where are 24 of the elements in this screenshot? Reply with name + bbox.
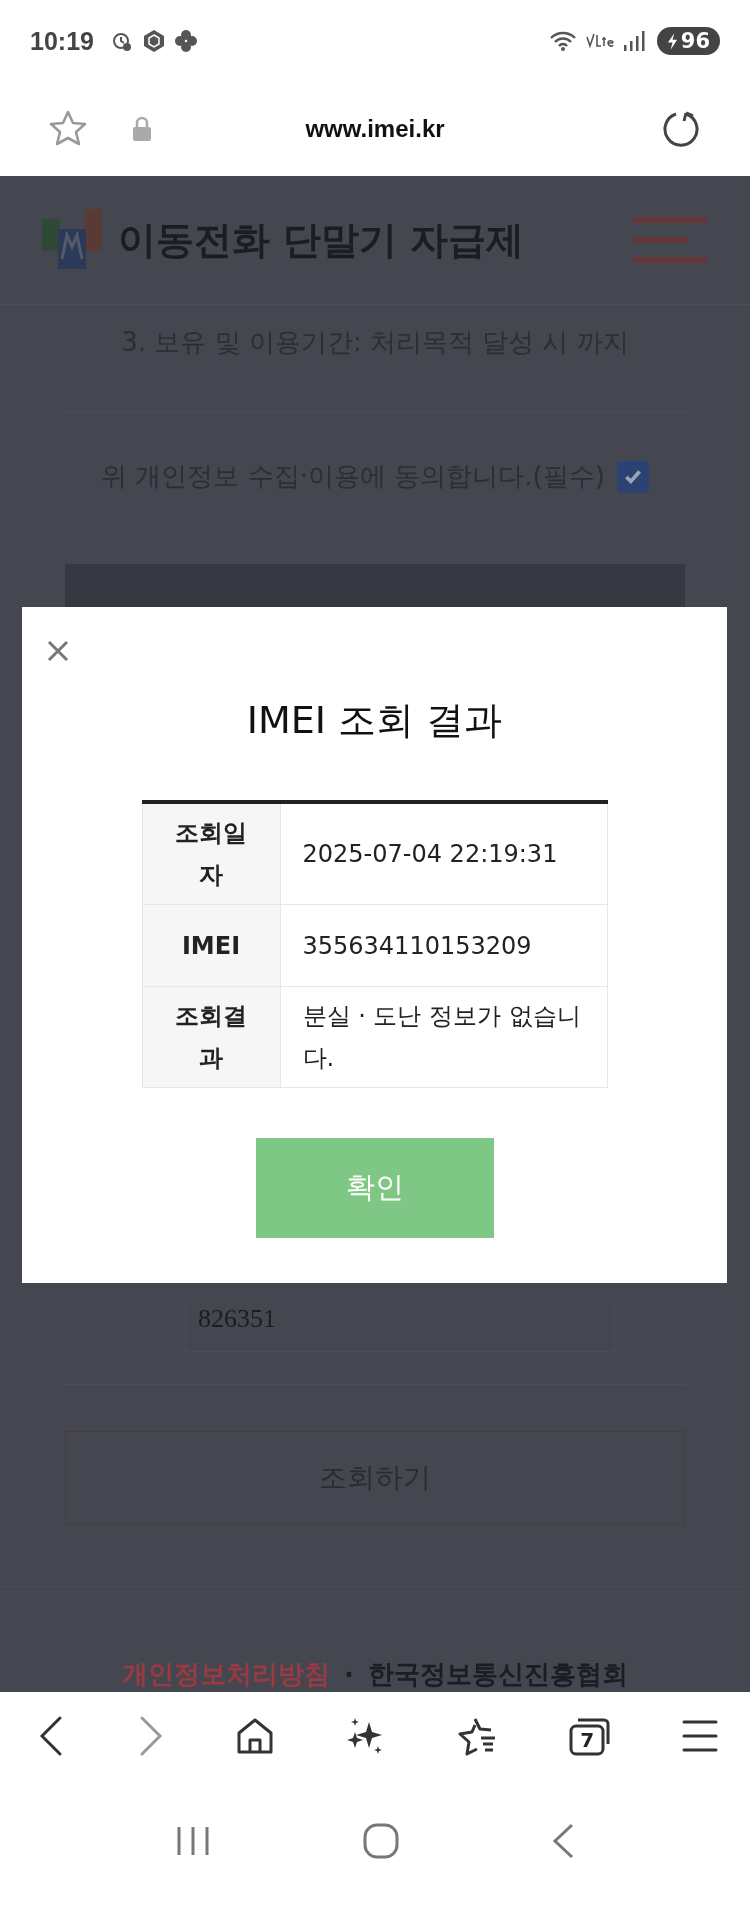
table-cell: 분실 · 도난 정보가 없습니다.: [280, 986, 607, 1088]
privacy-policy-link[interactable]: 개인정보처리방침: [122, 1657, 331, 1692]
close-icon[interactable]: [46, 639, 70, 663]
separator-dot: ·: [344, 1659, 354, 1690]
table-header-cell: 조회일자: [142, 802, 280, 905]
lock-icon: [132, 116, 152, 142]
wifi-icon: [548, 30, 577, 52]
home-icon[interactable]: [235, 1716, 276, 1756]
menu-icon[interactable]: [681, 1718, 718, 1754]
table-header-cell: IMEI: [142, 904, 280, 987]
url-text[interactable]: www.imei.kr: [0, 115, 750, 143]
table-header-cell: 조회결과: [142, 986, 280, 1088]
logo-icon: [42, 209, 104, 271]
cube-icon: [141, 29, 166, 53]
flower-icon: [173, 29, 198, 53]
home-button-icon[interactable]: [362, 1822, 400, 1860]
consent-checkbox[interactable]: [616, 460, 649, 493]
table-cell: 355634110153209: [280, 904, 607, 987]
signal-icon: [622, 30, 645, 52]
confirm-button[interactable]: 확인: [255, 1138, 494, 1238]
table-cell: 2025-07-04 22:19:31: [280, 802, 607, 905]
dialog-title: IMEI 조회 결과: [246, 697, 503, 744]
status-time: 10:19: [30, 26, 94, 56]
battery-indicator: 96: [656, 27, 720, 55]
